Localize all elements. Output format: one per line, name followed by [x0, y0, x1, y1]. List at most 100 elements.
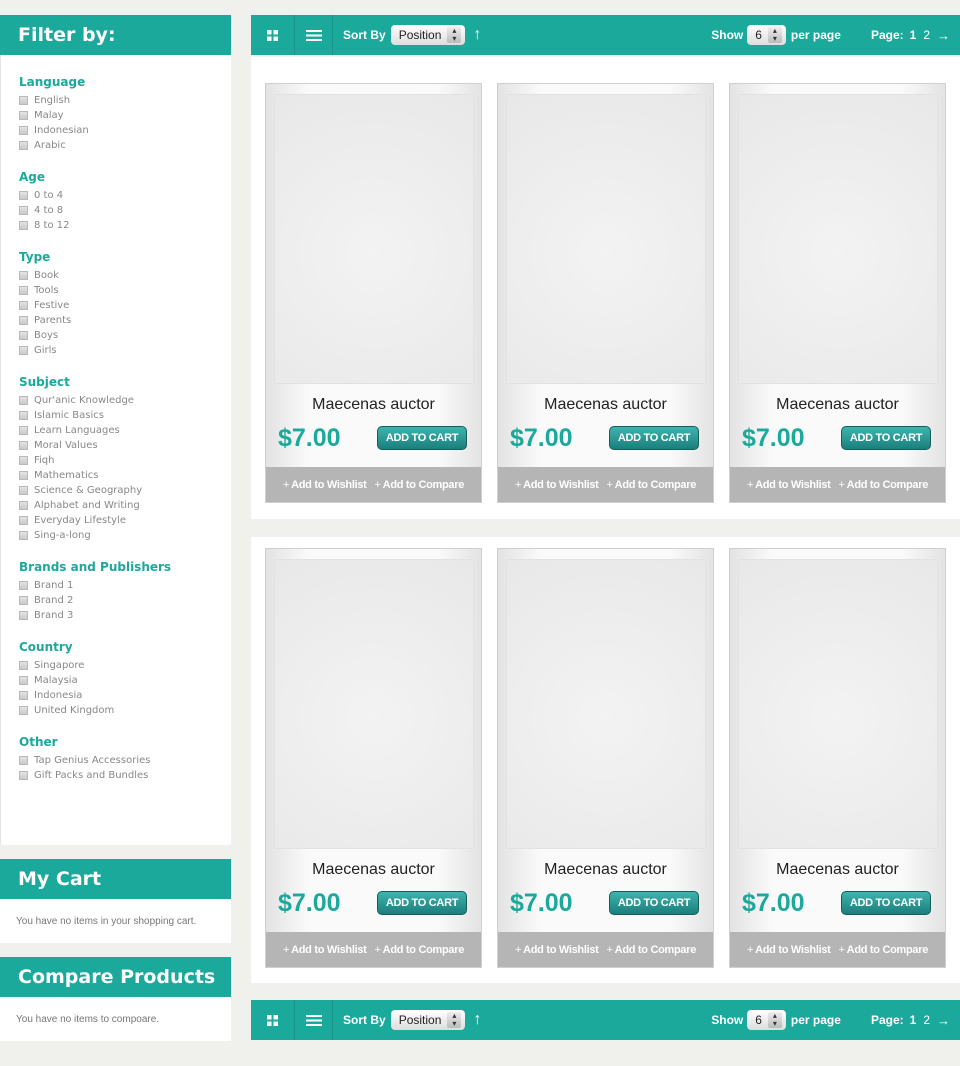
checkbox[interactable] [19, 516, 28, 525]
checkbox[interactable] [19, 301, 28, 310]
checkbox[interactable] [19, 471, 28, 480]
filter-option[interactable]: Brand 1 [19, 578, 231, 593]
filter-option[interactable]: Sing-a-long [19, 528, 231, 543]
filter-option[interactable]: 8 to 12 [19, 218, 231, 233]
filter-option[interactable]: Science & Geography [19, 483, 231, 498]
checkbox[interactable] [19, 691, 28, 700]
checkbox[interactable] [19, 331, 28, 340]
filter-option[interactable]: Alphabet and Writing [19, 498, 231, 513]
arrow-right-icon[interactable]: → [937, 28, 950, 43]
add-to-compare-link[interactable]: + Add to Compare [607, 479, 697, 491]
checkbox[interactable] [19, 221, 28, 230]
checkbox[interactable] [19, 596, 28, 605]
product-image[interactable] [506, 94, 706, 384]
add-to-wishlist-link[interactable]: + Add to Wishlist [283, 479, 367, 491]
checkbox[interactable] [19, 501, 28, 510]
checkbox[interactable] [19, 396, 28, 405]
filter-option[interactable]: Singapore [19, 658, 231, 673]
add-to-compare-link[interactable]: + Add to Compare [839, 944, 929, 956]
arrow-up-icon[interactable]: ↑ [473, 26, 481, 44]
add-to-cart-button[interactable]: ADD TO CART [377, 891, 467, 915]
checkbox[interactable] [19, 706, 28, 715]
checkbox[interactable] [19, 676, 28, 685]
filter-option[interactable]: Boys [19, 328, 231, 343]
filter-option[interactable]: Tools [19, 283, 231, 298]
filter-option[interactable]: Everyday Lifestyle [19, 513, 231, 528]
add-to-cart-button[interactable]: ADD TO CART [841, 426, 931, 450]
add-to-compare-link[interactable]: + Add to Compare [375, 944, 465, 956]
add-to-cart-button[interactable]: ADD TO CART [841, 891, 931, 915]
checkbox[interactable] [19, 456, 28, 465]
product-image[interactable] [738, 559, 938, 849]
product-name[interactable]: Maecenas auctor [266, 396, 481, 414]
list-view-button[interactable] [295, 1000, 333, 1040]
product-image[interactable] [274, 559, 474, 849]
product-name[interactable]: Maecenas auctor [730, 396, 945, 414]
add-to-compare-link[interactable]: + Add to Compare [607, 944, 697, 956]
checkbox[interactable] [19, 486, 28, 495]
checkbox[interactable] [19, 206, 28, 215]
filter-option[interactable]: Qur'anic Knowledge [19, 393, 231, 408]
add-to-wishlist-link[interactable]: + Add to Wishlist [283, 944, 367, 956]
filter-option[interactable]: 0 to 4 [19, 188, 231, 203]
checkbox[interactable] [19, 611, 28, 620]
filter-option[interactable]: Learn Languages [19, 423, 231, 438]
product-image[interactable] [738, 94, 938, 384]
checkbox[interactable] [19, 411, 28, 420]
page-link-2[interactable]: 2 [923, 1013, 930, 1027]
filter-option[interactable]: Girls [19, 343, 231, 358]
sort-select[interactable]: Position ▴ ▾ [390, 25, 466, 45]
checkbox[interactable] [19, 96, 28, 105]
filter-option[interactable]: Indonesia [19, 688, 231, 703]
product-image[interactable] [506, 559, 706, 849]
checkbox[interactable] [19, 191, 28, 200]
checkbox[interactable] [19, 126, 28, 135]
checkbox[interactable] [19, 661, 28, 670]
product-name[interactable]: Maecenas auctor [498, 861, 713, 879]
filter-option[interactable]: Malay [19, 108, 231, 123]
filter-option[interactable]: English [19, 93, 231, 108]
filter-option[interactable]: Mathematics [19, 468, 231, 483]
checkbox[interactable] [19, 316, 28, 325]
show-select[interactable]: 6 ▴ ▾ [747, 1010, 786, 1030]
filter-option[interactable]: Islamic Basics [19, 408, 231, 423]
checkbox[interactable] [19, 756, 28, 765]
show-select[interactable]: 6 ▴ ▾ [747, 25, 786, 45]
checkbox[interactable] [19, 581, 28, 590]
filter-option[interactable]: Fiqh [19, 453, 231, 468]
filter-option[interactable]: Gift Packs and Bundles [19, 768, 231, 783]
sort-select[interactable]: Position ▴ ▾ [390, 1010, 466, 1030]
checkbox[interactable] [19, 771, 28, 780]
add-to-wishlist-link[interactable]: + Add to Wishlist [747, 944, 831, 956]
add-to-wishlist-link[interactable]: + Add to Wishlist [515, 479, 599, 491]
filter-option[interactable]: Brand 2 [19, 593, 231, 608]
add-to-compare-link[interactable]: + Add to Compare [839, 479, 929, 491]
add-to-cart-button[interactable]: ADD TO CART [609, 891, 699, 915]
list-view-button[interactable] [295, 15, 333, 55]
arrow-right-icon[interactable]: → [937, 1013, 950, 1028]
checkbox[interactable] [19, 141, 28, 150]
page-link-2[interactable]: 2 [923, 28, 930, 42]
filter-option[interactable]: Brand 3 [19, 608, 231, 623]
add-to-compare-link[interactable]: + Add to Compare [375, 479, 465, 491]
checkbox[interactable] [19, 531, 28, 540]
add-to-wishlist-link[interactable]: + Add to Wishlist [515, 944, 599, 956]
add-to-cart-button[interactable]: ADD TO CART [377, 426, 467, 450]
filter-option[interactable]: Parents [19, 313, 231, 328]
filter-option[interactable]: Malaysia [19, 673, 231, 688]
add-to-cart-button[interactable]: ADD TO CART [609, 426, 699, 450]
product-name[interactable]: Maecenas auctor [730, 861, 945, 879]
filter-option[interactable]: Book [19, 268, 231, 283]
filter-option[interactable]: 4 to 8 [19, 203, 231, 218]
filter-option[interactable]: Arabic [19, 138, 231, 153]
arrow-up-icon[interactable]: ↑ [473, 1011, 481, 1029]
grid-view-button[interactable] [251, 15, 295, 55]
product-name[interactable]: Maecenas auctor [266, 861, 481, 879]
checkbox[interactable] [19, 426, 28, 435]
product-name[interactable]: Maecenas auctor [498, 396, 713, 414]
add-to-wishlist-link[interactable]: + Add to Wishlist [747, 479, 831, 491]
filter-option[interactable]: United Kingdom [19, 703, 231, 718]
grid-view-button[interactable] [251, 1000, 295, 1040]
product-image[interactable] [274, 94, 474, 384]
checkbox[interactable] [19, 441, 28, 450]
